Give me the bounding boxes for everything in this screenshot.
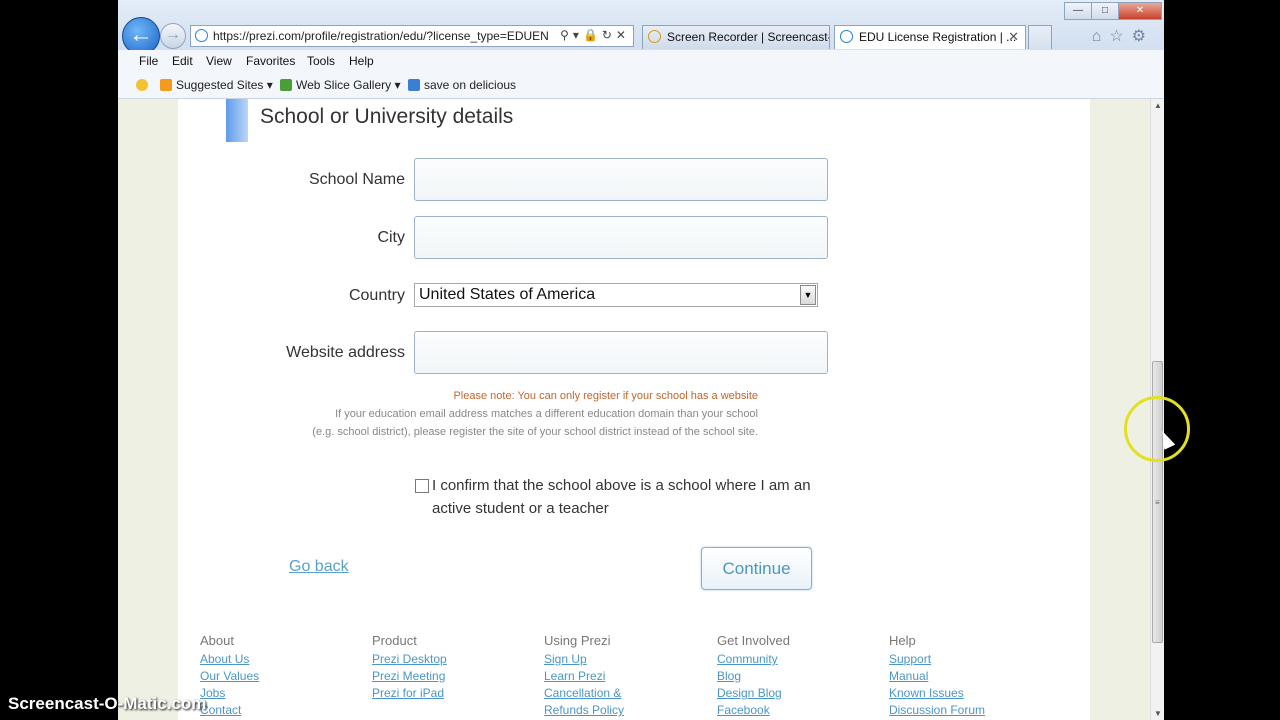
- school-name-input[interactable]: [414, 158, 828, 201]
- scroll-up-icon[interactable]: ▲: [1154, 101, 1162, 110]
- grip-icon: ≡: [1155, 498, 1160, 507]
- footer-col-help: Help Support Manual Known Issues Discuss…: [889, 633, 985, 719]
- country-label: Country: [348, 287, 405, 304]
- confirm-checkbox[interactable]: [415, 479, 429, 493]
- footer-heading: Using Prezi: [544, 633, 611, 648]
- close-window-icon[interactable]: ✕: [1118, 2, 1162, 20]
- footer-link[interactable]: Manual: [889, 668, 985, 685]
- footer-link[interactable]: Prezi Desktop: [372, 651, 447, 668]
- page-content: School or University details School Name…: [118, 99, 1150, 720]
- footer-heading: Product: [372, 633, 417, 648]
- tab-screen-recorder[interactable]: Screen Recorder | Screencast-...: [642, 25, 830, 49]
- section-title: School or University details: [260, 105, 514, 128]
- registration-card: School or University details School Name…: [178, 99, 1090, 720]
- footer-col-using-prezi: Using Prezi Sign Up Learn Prezi Cancella…: [544, 633, 624, 719]
- gear-icon[interactable]: ⚙: [1132, 28, 1154, 45]
- city-input[interactable]: [414, 216, 828, 259]
- footer-link[interactable]: Support: [889, 651, 985, 668]
- footer-col-get-involved: Get Involved Community Blog Design Blog …: [717, 633, 790, 719]
- menu-help[interactable]: Help: [349, 54, 374, 68]
- menu-view[interactable]: View: [206, 54, 232, 68]
- footer-link[interactable]: Cancellation &: [544, 685, 624, 702]
- fav-suggested-sites[interactable]: Suggested Sites ▾: [160, 78, 273, 92]
- browser-window: ← → https://prezi.com/profile/registrati…: [118, 0, 1164, 720]
- home-icon[interactable]: ⌂: [1092, 28, 1110, 45]
- footer-link[interactable]: Jobs: [200, 685, 259, 702]
- domain-note-line: (e.g. school district), please register …: [312, 426, 758, 438]
- footer-link[interactable]: About Us: [200, 651, 259, 668]
- footer-link[interactable]: Our Values: [200, 668, 259, 685]
- window-controls: — □ ✕: [1064, 0, 1162, 20]
- domain-note-line: If your education email address matches …: [335, 408, 758, 420]
- footer-link[interactable]: Prezi for iPad: [372, 685, 447, 702]
- city-label: City: [377, 229, 405, 246]
- new-tab-button[interactable]: [1028, 25, 1052, 49]
- browser-tools: ⌂☆⚙: [1092, 26, 1154, 46]
- menu-tools[interactable]: Tools: [307, 54, 335, 68]
- address-url: https://prezi.com/profile/registration/e…: [213, 29, 549, 43]
- website-label: Website address: [286, 344, 405, 361]
- go-back-link[interactable]: Go back: [289, 558, 349, 576]
- close-tab-icon[interactable]: ✕: [1008, 26, 1019, 48]
- fav-web-slice-gallery[interactable]: Web Slice Gallery ▾: [280, 78, 401, 92]
- footer-link[interactable]: Community: [717, 651, 790, 668]
- minimize-icon[interactable]: —: [1064, 2, 1092, 20]
- footer-link[interactable]: Design Blog: [717, 685, 790, 702]
- footer-link[interactable]: Discussion Forum: [889, 702, 985, 719]
- confirm-label: I confirm that the school above is a sch…: [432, 477, 811, 517]
- tab-edu-license[interactable]: EDU License Registration | ... ✕: [834, 25, 1026, 49]
- website-warning-note: Please note: You can only register if yo…: [453, 390, 758, 402]
- footer-col-product: Product Prezi Desktop Prezi Meeting Prez…: [372, 633, 447, 702]
- tab-label: Screen Recorder | Screencast-...: [667, 30, 830, 44]
- menu-file[interactable]: File: [139, 54, 158, 68]
- footer-heading: Get Involved: [717, 633, 790, 648]
- footer-link[interactable]: Contact: [200, 702, 259, 719]
- fav-save-on-delicious[interactable]: save on delicious: [408, 78, 516, 92]
- menu-edit[interactable]: Edit: [172, 54, 193, 68]
- country-value: United States of America: [419, 286, 596, 303]
- favorites-star-icon[interactable]: ☆: [1109, 28, 1131, 45]
- favorites-bar: Suggested Sites ▾ Web Slice Gallery ▾ sa…: [118, 72, 1164, 99]
- section-accent-bar: [226, 99, 248, 142]
- menu-bar: File Edit View Favorites Tools Help: [118, 50, 1164, 72]
- website-input[interactable]: [414, 331, 828, 374]
- footer-link[interactable]: Learn Prezi: [544, 668, 624, 685]
- footer-link[interactable]: Refunds Policy: [544, 702, 624, 719]
- country-select[interactable]: United States of America ▼: [414, 283, 818, 307]
- footer-col-about: About About Us Our Values Jobs Contact: [200, 633, 259, 719]
- footer-link[interactable]: Blog: [717, 668, 790, 685]
- delicious-icon: [408, 79, 420, 91]
- cursor-highlight: [1124, 396, 1190, 462]
- footer-heading: About: [200, 633, 234, 648]
- footer-link[interactable]: Facebook: [717, 702, 790, 719]
- footer-link[interactable]: Sign Up: [544, 651, 624, 668]
- web-slice-icon: [280, 79, 292, 91]
- maximize-icon[interactable]: □: [1091, 2, 1119, 20]
- dropdown-arrow-icon[interactable]: ▼: [800, 285, 816, 305]
- screencast-favicon-icon: [648, 30, 661, 43]
- favorites-icon[interactable]: [136, 78, 152, 92]
- globe-icon: [195, 29, 208, 42]
- footer-heading: Help: [889, 633, 916, 648]
- address-bar[interactable]: https://prezi.com/profile/registration/e…: [190, 25, 634, 47]
- menu-favorites[interactable]: Favorites: [246, 54, 295, 68]
- suggested-sites-icon: [160, 79, 172, 91]
- continue-button[interactable]: Continue: [701, 547, 812, 590]
- school-name-label: School Name: [308, 171, 405, 188]
- address-tools-icon[interactable]: ⚲▾🔒↻✕: [560, 28, 630, 42]
- footer-link[interactable]: Prezi Meeting: [372, 668, 447, 685]
- footer-link[interactable]: Known Issues: [889, 685, 985, 702]
- scroll-down-icon[interactable]: ▼: [1154, 709, 1162, 718]
- forward-button[interactable]: →: [160, 23, 186, 49]
- prezi-favicon-icon: [840, 30, 853, 43]
- title-bar: ← → https://prezi.com/profile/registrati…: [118, 0, 1164, 55]
- watermark: Screencast-O-Matic.com: [8, 694, 207, 713]
- tab-label: EDU License Registration | ...: [859, 30, 1017, 44]
